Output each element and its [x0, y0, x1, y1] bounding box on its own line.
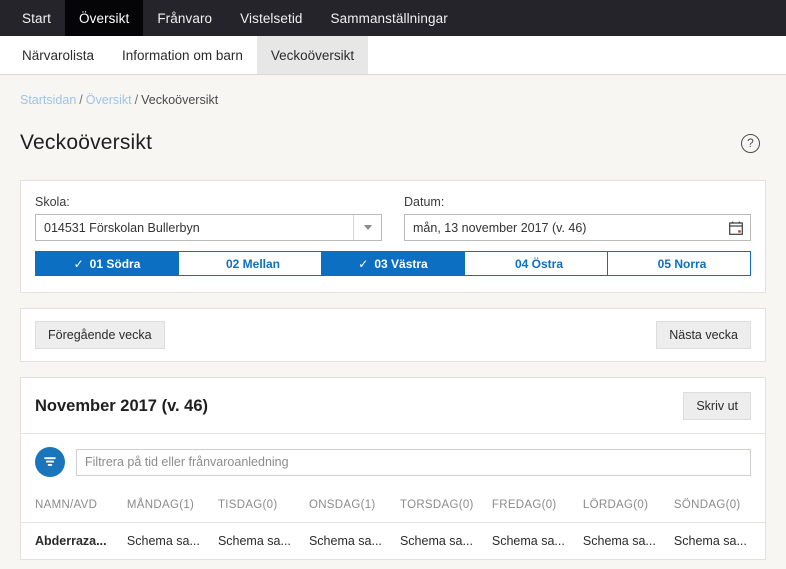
department-toggle-05-norra[interactable]: 05 Norra: [607, 251, 751, 276]
date-field: Datum: mån, 13 november 2017 (v. 46): [404, 195, 751, 241]
nav-item-label: Start: [22, 10, 52, 26]
column-header-tisdag[interactable]: TISDAG(0): [217, 489, 309, 523]
tab-veckooversikt[interactable]: Veckoöversikt: [256, 36, 369, 74]
cell-tisdag: Schema sa...: [217, 534, 291, 548]
weekly-overview-table: NAMN/AVD MÅNDAG(1) TISDAG(0) ONSDAG(1) T…: [21, 489, 765, 559]
cell-torsdag: Schema sa...: [399, 534, 473, 548]
primary-navigation: Start Översikt Frånvaro Vistelsetid Samm…: [0, 0, 786, 36]
tab-label: Veckoöversikt: [270, 47, 355, 63]
column-header-sondag[interactable]: SÖNDAG(0): [673, 489, 765, 523]
cell-onsdag: Schema sa...: [308, 534, 382, 548]
filter-panel: Skola: 014531 Förskolan Bullerbyn Datum:…: [20, 180, 766, 293]
cell-name: Abderraza...: [35, 534, 107, 548]
nav-item-vistelsetid[interactable]: Vistelsetid: [226, 0, 316, 36]
tab-narvarolista[interactable]: Närvarolista: [8, 36, 108, 74]
tab-label: Information om barn: [122, 47, 243, 63]
nav-item-label: Frånvaro: [157, 10, 213, 26]
department-toggle-group: ✓ 01 Södra 02 Mellan ✓ 03 Västra 04 Östra …: [35, 251, 751, 276]
next-week-button[interactable]: Nästa vecka: [656, 321, 751, 349]
nav-item-label: Sammanställningar: [330, 10, 448, 26]
nav-item-franvaro[interactable]: Frånvaro: [143, 0, 226, 36]
nav-item-label: Vistelsetid: [240, 10, 303, 26]
column-header-lordag[interactable]: LÖRDAG(0): [582, 489, 674, 523]
results-filter-input[interactable]: [76, 448, 751, 476]
department-label: 05 Norra: [657, 256, 707, 271]
table-body: Abderraza... Schema sa... Schema sa... S…: [21, 523, 765, 560]
question-circle-icon[interactable]: ?: [741, 133, 760, 153]
nav-item-sammanstallningar[interactable]: Sammanställningar: [317, 0, 462, 36]
print-button[interactable]: Skriv ut: [683, 392, 751, 420]
school-select-value: 014531 Förskolan Bullerbyn: [44, 220, 200, 235]
cell-mandag: Schema sa...: [126, 534, 200, 548]
breadcrumb-link-parent[interactable]: Översikt: [86, 93, 132, 107]
breadcrumb: Startsidan / Översikt / Veckoöversikt: [0, 75, 786, 107]
previous-week-button[interactable]: Föregående vecka: [35, 321, 165, 349]
nav-item-label: Översikt: [79, 10, 130, 26]
chevron-down-icon[interactable]: [353, 215, 381, 240]
column-header-fredag[interactable]: FREDAG(0): [491, 489, 583, 523]
date-input[interactable]: mån, 13 november 2017 (v. 46): [404, 214, 751, 241]
tab-information-om-barn[interactable]: Information om barn: [108, 36, 257, 74]
department-toggle-04-ostra[interactable]: 04 Östra: [464, 251, 607, 276]
column-header-namn-avd[interactable]: NAMN/AVD: [21, 489, 127, 523]
breadcrumb-separator: /: [134, 93, 139, 107]
table-header-row: NAMN/AVD MÅNDAG(1) TISDAG(0) ONSDAG(1) T…: [21, 489, 765, 523]
school-label: Skola:: [35, 195, 70, 209]
calendar-icon[interactable]: [722, 215, 750, 240]
department-label: 03 Västra: [374, 256, 428, 271]
date-input-value: mån, 13 november 2017 (v. 46): [413, 220, 587, 235]
cell-sondag: Schema sa...: [673, 534, 747, 548]
results-panel: November 2017 (v. 46) Skriv ut NAMN/AVD …: [20, 377, 766, 560]
funnel-icon[interactable]: [35, 447, 65, 477]
check-icon: ✓: [358, 256, 369, 271]
column-header-onsdag[interactable]: ONSDAG(1): [308, 489, 400, 523]
department-toggle-03-vastra[interactable]: ✓ 03 Västra: [321, 251, 464, 276]
school-select[interactable]: 014531 Förskolan Bullerbyn: [35, 214, 382, 241]
check-icon: ✓: [73, 256, 84, 271]
department-label: 04 Östra: [514, 256, 564, 271]
department-label: 01 Södra: [89, 256, 141, 271]
table-row[interactable]: Abderraza... Schema sa... Schema sa... S…: [21, 523, 765, 560]
week-navigation-panel: Föregående vecka Nästa vecka: [20, 308, 766, 362]
department-toggle-02-mellan[interactable]: 02 Mellan: [178, 251, 321, 276]
help-glyph: ?: [747, 136, 754, 150]
breadcrumb-link-home[interactable]: Startsidan: [20, 93, 76, 107]
results-filter-row: [21, 434, 765, 489]
filter-fields: Skola: 014531 Förskolan Bullerbyn Datum:…: [35, 195, 751, 241]
table-header: NAMN/AVD MÅNDAG(1) TISDAG(0) ONSDAG(1) T…: [21, 489, 765, 523]
results-title: November 2017 (v. 46): [35, 396, 209, 415]
column-header-mandag[interactable]: MÅNDAG(1): [126, 489, 218, 523]
cell-fredag: Schema sa...: [491, 534, 565, 548]
nav-item-oversikt[interactable]: Översikt: [65, 0, 144, 36]
page-title: Veckoöversikt: [20, 131, 153, 154]
results-header: November 2017 (v. 46) Skriv ut: [21, 378, 765, 434]
school-field: Skola: 014531 Förskolan Bullerbyn: [35, 195, 382, 241]
column-header-torsdag[interactable]: TORSDAG(0): [399, 489, 492, 523]
nav-item-start[interactable]: Start: [8, 0, 65, 36]
department-label: 02 Mellan: [225, 256, 281, 271]
date-label: Datum:: [404, 195, 445, 209]
cell-lordag: Schema sa...: [582, 534, 656, 548]
tab-label: Närvarolista: [22, 47, 95, 63]
department-toggle-01-sodra[interactable]: ✓ 01 Södra: [35, 251, 178, 276]
page-title-row: Veckoöversikt ?: [0, 107, 786, 155]
breadcrumb-separator: /: [79, 93, 83, 107]
breadcrumb-current: Veckoöversikt: [141, 93, 219, 107]
secondary-tabs: Närvarolista Information om barn Veckoöv…: [0, 36, 786, 75]
